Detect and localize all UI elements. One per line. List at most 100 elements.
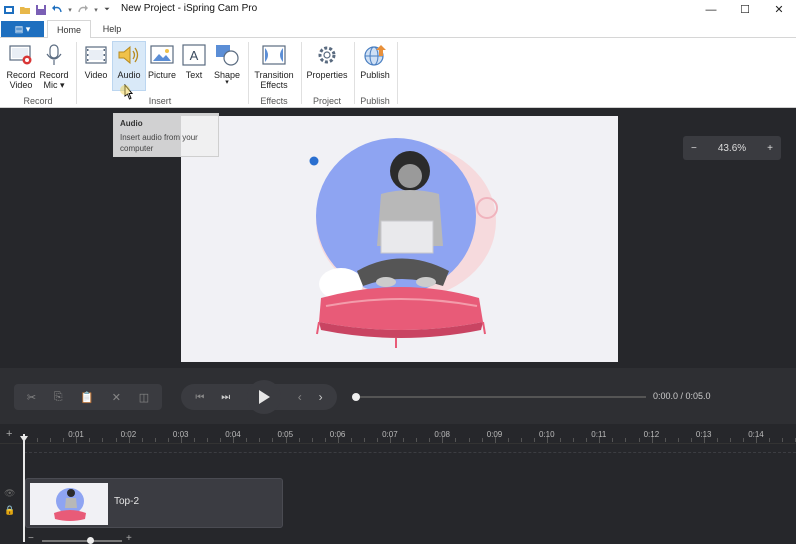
shape-icon <box>213 42 241 68</box>
ruler-tick <box>285 437 287 443</box>
timeline-ruler[interactable]: + 0:01 0:02 0:03 0:04 0:05 0:06 0:07 0:08 0:09 0:… <box>0 424 796 444</box>
gear-icon <box>313 42 341 68</box>
shape-button[interactable]: Shape ▾ <box>212 42 242 86</box>
skip-to-start-icon[interactable]: ⏮ <box>195 392 204 403</box>
save-icon[interactable] <box>35 4 47 16</box>
ruler-tick <box>677 438 679 442</box>
ruler-tick <box>586 438 588 442</box>
slide-canvas[interactable] <box>181 116 618 362</box>
open-folder-icon[interactable] <box>19 4 31 16</box>
ruler-tick <box>638 438 640 442</box>
ruler-tick <box>180 437 182 443</box>
ruler-tick <box>756 437 758 443</box>
paste-icon[interactable]: 📋 <box>80 391 94 404</box>
tab-help[interactable]: Help <box>96 20 128 38</box>
slide-illustration <box>309 138 498 348</box>
ruler-tick <box>141 438 143 442</box>
video-button[interactable]: Video <box>82 42 110 80</box>
redo-icon[interactable] <box>77 4 89 16</box>
record-video-icon <box>7 42 35 68</box>
zoom-out-button[interactable]: − <box>691 143 697 154</box>
edit-tools: ✂ ⎘ 📋 ✕ ◫ <box>14 384 162 410</box>
tab-home[interactable]: Home <box>47 20 91 39</box>
next-frame-icon[interactable]: ⏭ <box>221 392 230 403</box>
timeline: + 0:01 0:02 0:03 0:04 0:05 0:06 0:07 0:08 0:09 0:… <box>0 424 796 544</box>
next-marker-icon[interactable]: › <box>319 390 323 404</box>
ruler-tick <box>390 437 392 443</box>
ruler-tick <box>429 438 431 442</box>
ruler-tick <box>468 438 470 442</box>
minimize-button[interactable]: — <box>694 0 728 19</box>
timeline-zoom-out-button[interactable]: − <box>28 533 34 544</box>
ruler-tick <box>573 438 575 442</box>
ruler-tick <box>612 438 614 442</box>
clip-label: Top-2 <box>114 496 140 507</box>
audio-button[interactable]: Audio <box>112 41 146 91</box>
transition-effects-button[interactable]: Transition Effects <box>252 42 296 90</box>
record-mic-button[interactable]: Record Mic ▾ <box>38 42 70 90</box>
timeline-zoom-slider[interactable]: − + <box>28 533 136 544</box>
add-track-button[interactable]: + <box>6 428 12 440</box>
transition-label-1: Transition <box>254 70 294 80</box>
tooltip-title: Audio <box>120 119 143 128</box>
microphone-icon <box>40 42 68 68</box>
player-controls: ✂ ⎘ 📋 ✕ ◫ ⏮ ⏭ ‹ › 0:00.0 / 0:05.0 <box>0 368 796 424</box>
quick-access-toolbar: ▾ ▾ ⏷ <box>0 0 111 19</box>
record-video-label-2: Video <box>9 80 33 90</box>
timeline-clip[interactable]: Top-2 <box>25 478 283 528</box>
undo-icon[interactable] <box>51 4 63 16</box>
previous-marker-icon[interactable]: ‹ <box>298 390 302 404</box>
text-button[interactable]: A Text <box>180 42 208 80</box>
eye-icon[interactable]: 👁 <box>4 488 15 499</box>
publish-button[interactable]: Publish <box>357 42 393 80</box>
group-separator <box>354 42 355 104</box>
group-label-publish: Publish <box>360 96 390 106</box>
picture-icon <box>148 42 176 68</box>
ruler-tick <box>50 438 52 442</box>
audio-tooltip: Audio Insert audio from your computer <box>113 113 219 157</box>
record-video-button[interactable]: Record Video <box>5 42 37 90</box>
ruler-tick <box>455 438 457 442</box>
tooltip-body: Insert audio from your computer <box>120 133 198 153</box>
play-button[interactable] <box>246 380 281 414</box>
text-label: Text <box>185 70 203 80</box>
playback-time: 0:00.0 / 0:05.0 <box>653 391 711 401</box>
ruler-tick <box>363 438 365 442</box>
file-menu-button[interactable]: ▤ ▾ <box>1 21 44 37</box>
split-icon[interactable]: ◫ <box>139 391 149 404</box>
undo-dropdown-icon[interactable]: ▾ <box>67 4 73 16</box>
redo-dropdown-icon[interactable]: ▾ <box>93 4 99 16</box>
globe-publish-icon <box>361 42 389 68</box>
ruler-tick <box>769 438 771 442</box>
ruler-tick <box>560 438 562 442</box>
clip-thumbnail <box>30 483 108 525</box>
ruler-tick <box>350 438 352 442</box>
picture-button[interactable]: Picture <box>147 42 177 80</box>
maximize-button[interactable]: ☐ <box>728 0 762 19</box>
ruler-tick <box>337 437 339 443</box>
picture-label: Picture <box>147 70 176 80</box>
ruler-tick <box>625 438 627 442</box>
customize-toolbar-icon[interactable]: ⏷ <box>103 4 111 16</box>
cut-icon[interactable]: ✂ <box>27 391 36 404</box>
ruler-tick <box>154 438 156 442</box>
video-label: Video <box>84 70 108 80</box>
ruler-tick <box>298 438 300 442</box>
lock-icon[interactable]: 🔒 <box>4 505 15 516</box>
ruler-tick <box>63 438 65 442</box>
empty-track <box>24 452 796 466</box>
zoom-slider-track[interactable] <box>42 540 122 542</box>
timeline-zoom-in-button[interactable]: + <box>126 533 132 544</box>
zoom-slider-knob[interactable] <box>87 537 94 544</box>
ruler-tick <box>651 437 653 443</box>
ruler-tick <box>233 437 235 443</box>
transition-label-2: Effects <box>260 80 288 90</box>
close-button[interactable]: ✕ <box>762 0 796 19</box>
playback-progress[interactable] <box>352 393 646 401</box>
copy-icon[interactable]: ⎘ <box>54 391 63 404</box>
properties-button[interactable]: Properties <box>305 42 349 80</box>
zoom-in-button[interactable]: + <box>767 143 773 154</box>
delete-icon[interactable]: ✕ <box>112 391 121 404</box>
track-side-icons: 👁 🔒 <box>4 488 15 516</box>
progress-knob[interactable] <box>352 393 360 401</box>
